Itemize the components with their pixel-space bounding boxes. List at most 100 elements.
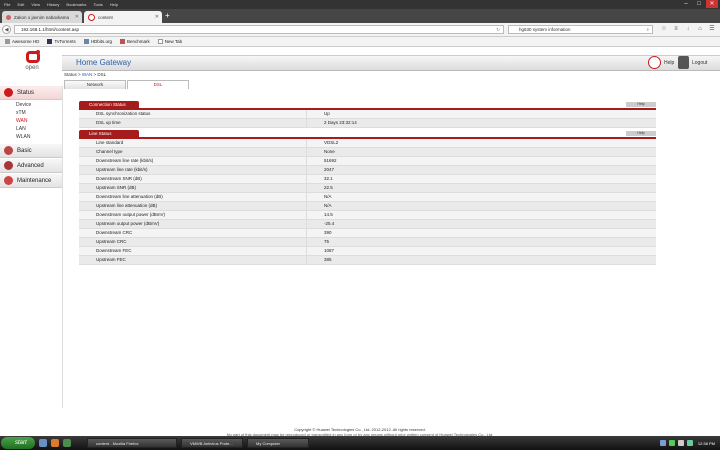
table-row: Downstream CRC 390 <box>79 229 656 238</box>
bookmark-icon <box>5 39 10 44</box>
sidebar-item-status[interactable]: Status <box>0 86 62 100</box>
table-row: Upstream SNR (dB) 22.5 <box>79 184 656 193</box>
back-arrow-icon[interactable]: ◀ <box>2 25 11 34</box>
table-row: Upstream CRC 75 <box>79 238 656 247</box>
volume-icon[interactable] <box>677 440 684 446</box>
row-key: Downstream line rate (kbit/s) <box>79 157 307 165</box>
tray-icon[interactable] <box>659 440 666 446</box>
help-button[interactable]: Help <box>626 131 656 136</box>
tab-label: content <box>98 14 113 20</box>
bookmarks-bar: Awesome HD TvTorrents HDbits.org Benchma… <box>0 37 720 47</box>
logout-icon <box>678 56 689 69</box>
close-tab-icon[interactable]: ✕ <box>155 14 159 20</box>
help-label: Help <box>664 59 675 66</box>
start-button[interactable]: start <box>1 437 35 449</box>
tray-icon[interactable] <box>668 440 675 446</box>
favicon-icon <box>6 14 11 20</box>
taskbar-item-antivirus[interactable]: VMWB Antivirus Prote... <box>181 438 243 448</box>
menu-bookmarks[interactable]: Bookmarks <box>66 2 86 7</box>
breadcrumb-dsl: DSL <box>97 72 107 77</box>
row-value: 390 <box>324 230 332 235</box>
menu-icon[interactable]: ☰ <box>708 25 716 33</box>
row-value: 22.5 <box>324 185 333 190</box>
maintenance-icon <box>4 176 13 185</box>
row-value: 1087 <box>324 248 335 253</box>
sub-tabs: Network DSL <box>64 80 190 89</box>
taskbar-item-firefox[interactable]: content - Mozilla Firefox <box>87 438 177 448</box>
close-window-icon[interactable]: ✕ <box>706 0 718 8</box>
bookmark-tvtorrents[interactable]: TvTorrents <box>47 39 76 44</box>
row-key: Channel type <box>79 148 307 156</box>
browser-nav-bar: ◀ 192.168.1.1/html/content.asp ↻ hg630 s… <box>0 23 720 37</box>
basic-icon <box>4 146 13 155</box>
network-icon[interactable] <box>686 440 693 446</box>
quick-launch-icon[interactable] <box>39 439 47 447</box>
table-row: Channel type None <box>79 148 656 157</box>
taskbar-item-my-computer[interactable]: My Computer <box>247 438 309 448</box>
table-row: Upstream line attenuation (dB) N/A <box>79 202 656 211</box>
sidebar-item-advanced[interactable]: Advanced <box>0 159 62 173</box>
menu-help[interactable]: Help <box>110 2 118 7</box>
maximize-icon[interactable]: □ <box>693 0 705 8</box>
sidebar-sub-wan[interactable]: WAN <box>0 117 62 125</box>
help-button[interactable]: Help <box>648 56 674 69</box>
minimize-icon[interactable]: – <box>680 0 692 8</box>
download-icon[interactable]: ↓ <box>684 25 692 33</box>
menu-tools[interactable]: Tools <box>93 2 102 7</box>
menu-view[interactable]: View <box>31 2 40 7</box>
clock[interactable]: 12:38 PM <box>698 441 715 446</box>
row-value: 2 Days 23:32:14 <box>324 120 357 125</box>
row-key: Upstream line rate (kbit/s) <box>79 166 307 174</box>
browser-menu-bar: File Edit View History Bookmarks Tools H… <box>0 0 720 9</box>
sidebar-item-label: Status <box>17 89 35 96</box>
bookmark-label: Benchmark <box>126 39 150 44</box>
menu-edit[interactable]: Edit <box>17 2 24 7</box>
header-bar: Home Gateway Help Logout <box>62 55 720 71</box>
search-text: hg630 system information <box>519 27 571 32</box>
row-value: 2047 <box>324 167 335 172</box>
breadcrumb-wan[interactable]: WAN <box>82 72 92 77</box>
bookmark-new-tab[interactable]: New Tab <box>157 39 182 44</box>
table-row: DSL synchronization status Up <box>79 110 656 119</box>
table-row: Line standard VDSL2 <box>79 139 656 148</box>
search-input[interactable]: hg630 system information ⌕ <box>508 25 653 34</box>
browser-tab-zakon[interactable]: Zakon o javnim nabavkama ✕ <box>2 11 82 23</box>
reload-icon[interactable]: ↻ <box>496 26 500 33</box>
url-bar[interactable]: 192.168.1.1/html/content.asp ↻ <box>14 25 504 34</box>
menu-file[interactable]: File <box>4 2 10 7</box>
sidebar-sub-xtm[interactable]: xTM <box>0 109 62 117</box>
row-value: Up <box>324 111 330 116</box>
row-key: DSL up time <box>79 119 307 127</box>
section-title: Line Status <box>79 130 139 137</box>
table-row: Downstream SNR (dB) 32.1 <box>79 175 656 184</box>
sidebar-item-maintenance[interactable]: Maintenance <box>0 174 62 188</box>
bookmark-benchmark[interactable]: Benchmark <box>119 39 150 44</box>
bookmark-hdbits[interactable]: HDbits.org <box>83 39 112 44</box>
sidebar-sub-lan[interactable]: LAN <box>0 125 62 133</box>
menu-history[interactable]: History <box>47 2 59 7</box>
bookmark-list-icon[interactable]: ≡ <box>672 25 680 33</box>
firefox-icon[interactable] <box>51 439 59 447</box>
sidebar-sub-wlan[interactable]: WLAN <box>0 133 62 141</box>
new-tab-plus-icon[interactable]: + <box>165 11 170 20</box>
quick-launch-icon[interactable] <box>63 439 71 447</box>
help-button[interactable]: Help <box>626 102 656 107</box>
breadcrumb: Status > WAN > DSL <box>64 72 106 77</box>
home-icon[interactable]: ⌂ <box>696 25 704 33</box>
help-icon <box>648 56 661 69</box>
logo: open <box>8 50 56 75</box>
tab-network[interactable]: Network <box>64 80 126 89</box>
tab-dsl[interactable]: DSL <box>127 80 189 89</box>
row-key: DSL synchronization status <box>79 110 307 118</box>
search-icon[interactable]: ⌕ <box>646 26 649 33</box>
browser-tab-content[interactable]: content ✕ <box>84 11 162 23</box>
sidebar-sub-device[interactable]: Device <box>0 101 62 109</box>
bookmark-awesome-hd[interactable]: Awesome HD <box>5 39 39 44</box>
row-key: Downstream line attenuation (dB) <box>79 193 307 201</box>
sidebar-item-basic[interactable]: Basic <box>0 144 62 158</box>
bookmark-icon <box>157 39 163 44</box>
star-icon[interactable]: ☆ <box>660 25 668 33</box>
logout-button[interactable]: Logout <box>678 56 707 69</box>
row-key: Downstream FEC <box>79 247 307 255</box>
close-tab-icon[interactable]: ✕ <box>75 14 79 20</box>
